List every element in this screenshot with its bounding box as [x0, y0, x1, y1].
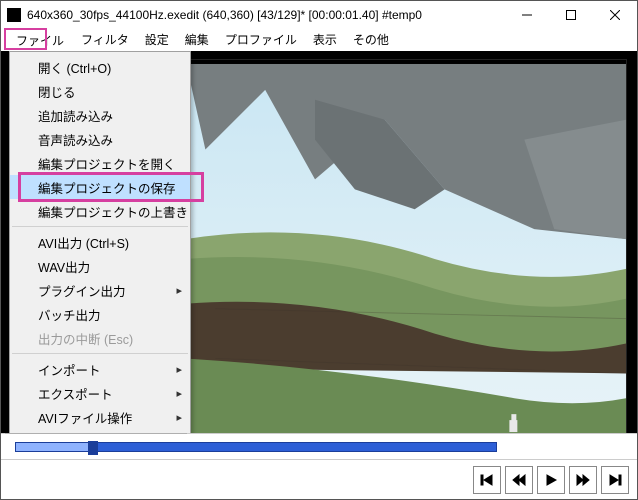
menu-2[interactable]: 設定 — [137, 29, 177, 52]
menu-item[interactable]: 追加読み込み — [10, 103, 190, 127]
menu-item[interactable]: AVI出力 (Ctrl+S) — [10, 230, 190, 254]
menu-separator — [12, 226, 188, 227]
maximize-button[interactable] — [549, 1, 593, 29]
menu-0[interactable]: ファイル — [7, 29, 73, 52]
menu-item[interactable]: バッチ出力 — [10, 302, 190, 326]
menu-5[interactable]: 表示 — [305, 29, 345, 52]
minimize-button[interactable] — [505, 1, 549, 29]
titlebar: 640x360_30fps_44100Hz.exedit (640,360) [… — [1, 1, 637, 29]
step-forward-button[interactable] — [569, 466, 597, 494]
menu-item[interactable]: プラグイン出力 — [10, 278, 190, 302]
menu-6[interactable]: その他 — [345, 29, 397, 52]
menu-1[interactable]: フィルタ — [73, 29, 137, 52]
menu-item: 出力の中断 (Esc) — [10, 326, 190, 350]
menu-item[interactable]: AVIファイル操作 — [10, 405, 190, 429]
menu-item[interactable]: 最近使ったファイル — [10, 429, 190, 433]
file-dropdown-menu: 開く (Ctrl+O)閉じる追加読み込み音声読み込み編集プロジェクトを開く編集プ… — [9, 51, 191, 433]
menu-item[interactable]: エクスポート — [10, 381, 190, 405]
play-button[interactable] — [537, 466, 565, 494]
menu-item[interactable]: WAV出力 — [10, 254, 190, 278]
seek-progress — [16, 443, 88, 451]
menu-separator — [12, 353, 188, 354]
skip-start-button[interactable] — [473, 466, 501, 494]
menu-item[interactable]: 閉じる — [10, 79, 190, 103]
seek-track[interactable] — [15, 442, 497, 452]
skip-end-button[interactable] — [601, 466, 629, 494]
annotation-box-save-project — [18, 172, 204, 202]
menu-item[interactable]: 編集プロジェクトの上書き — [10, 199, 190, 223]
seek-thumb[interactable] — [88, 441, 98, 455]
menu-item[interactable]: 音声読み込み — [10, 127, 190, 151]
close-button[interactable] — [593, 1, 637, 29]
menu-item[interactable]: インポート — [10, 357, 190, 381]
timeline — [1, 433, 637, 459]
player-controls — [1, 459, 637, 499]
step-back-button[interactable] — [505, 466, 533, 494]
menu-item[interactable]: 開く (Ctrl+O) — [10, 55, 190, 79]
menu-item[interactable]: 編集プロジェクトの保存 — [10, 175, 190, 199]
menu-3[interactable]: 編集 — [177, 29, 217, 52]
window-title: 640x360_30fps_44100Hz.exedit (640,360) [… — [27, 8, 505, 22]
workspace: 開く (Ctrl+O)閉じる追加読み込み音声読み込み編集プロジェクトを開く編集プ… — [1, 51, 637, 433]
app-icon — [7, 8, 21, 22]
menu-item[interactable]: 編集プロジェクトを開く — [10, 151, 190, 175]
menu-4[interactable]: プロファイル — [217, 29, 305, 52]
menubar: ファイルフィルタ設定編集プロファイル表示その他 — [1, 29, 637, 51]
